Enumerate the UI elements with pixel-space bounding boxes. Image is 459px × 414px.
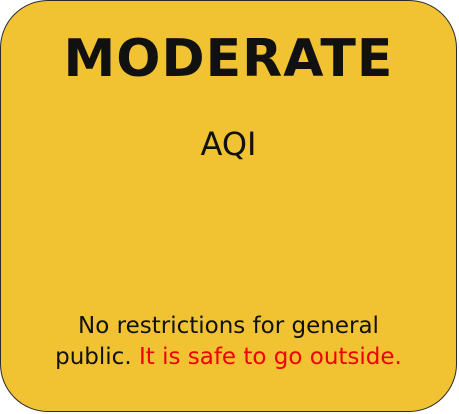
aqi-status-label: MODERATE bbox=[63, 29, 394, 89]
aqi-advice-message: No restrictions for general public. It i… bbox=[1, 311, 456, 373]
advice-line-1: No restrictions for general bbox=[78, 313, 379, 339]
advice-line-2-prefix: public. bbox=[55, 344, 139, 370]
aqi-metric-label: AQI bbox=[200, 125, 257, 163]
advice-safe-highlight: It is safe to go outside. bbox=[138, 344, 402, 370]
aqi-card: MODERATE AQI No restrictions for general… bbox=[0, 0, 457, 412]
